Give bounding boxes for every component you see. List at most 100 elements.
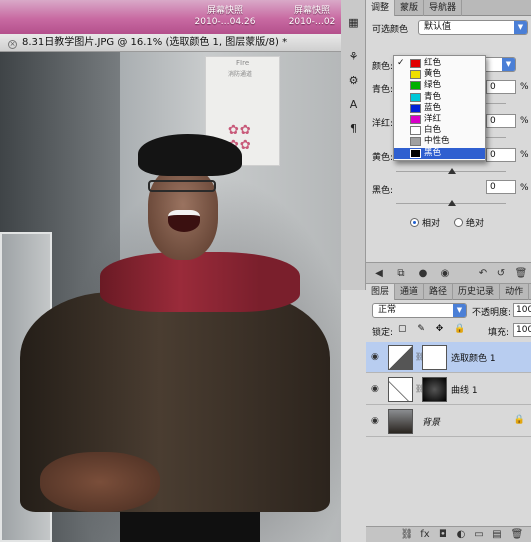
- option-label: 红色: [424, 58, 442, 68]
- background-thumbnail: [388, 409, 413, 434]
- layer-name: 选取颜色 1: [451, 354, 496, 364]
- color-option-blue[interactable]: 蓝色: [394, 103, 485, 114]
- opacity-input[interactable]: 100: [513, 303, 531, 317]
- link-layers-icon[interactable]: ⛓: [400, 528, 414, 541]
- character-icon[interactable]: A: [345, 96, 362, 113]
- swatch-white: [410, 126, 421, 136]
- color-option-red[interactable]: ✓ 红色: [394, 58, 485, 69]
- person-mouth: [168, 210, 200, 232]
- chevron-down-icon: ▼: [453, 304, 466, 317]
- document-title: 8.31日教学图片.JPG @ 16.1% (选取颜色 1, 图层蒙版/8) *: [22, 37, 288, 48]
- black-unit: %: [520, 183, 529, 193]
- swatch-black: [410, 148, 421, 158]
- color-option-magenta[interactable]: 洋红: [394, 114, 485, 125]
- tab-adjustments[interactable]: 调整: [366, 0, 396, 16]
- desktop-file-name: 屏幕快照: [293, 6, 330, 16]
- color-option-black[interactable]: 黑色: [394, 147, 485, 159]
- preset-select[interactable]: 默认值 ▼: [418, 20, 528, 35]
- image-canvas[interactable]: FIre 消防通道 ✿✿ ✿✿: [0, 52, 341, 542]
- color-option-white[interactable]: 白色: [394, 125, 485, 136]
- option-label: 蓝色: [424, 102, 442, 113]
- document-tab[interactable]: × 8.31日教学图片.JPG @ 16.1% (选取颜色 1, 图层蒙版/8) …: [0, 34, 341, 52]
- tab-actions[interactable]: 动作: [500, 284, 530, 300]
- eye-icon[interactable]: ◉: [371, 352, 379, 362]
- tab-masks[interactable]: 蒙版: [395, 0, 425, 16]
- color-option-neutral[interactable]: 中性色: [394, 136, 485, 147]
- layers-tabs: 图层 通道 路径 历史记录 动作: [366, 284, 531, 300]
- fill-input[interactable]: 100: [513, 323, 531, 337]
- poster-brand: FIre: [236, 59, 250, 67]
- blend-mode-select[interactable]: 正常 ▼: [372, 303, 467, 318]
- swatch-neutral: [410, 137, 421, 147]
- option-label: 绿色: [424, 80, 442, 91]
- layer-row-curves[interactable]: ◉ ⛓ 曲线 1: [366, 374, 531, 405]
- radio-relative[interactable]: 相对: [410, 216, 440, 229]
- clip-layer-icon[interactable]: ●: [416, 267, 430, 280]
- color-option-cyan[interactable]: 青色: [394, 92, 485, 103]
- panel-view-icon[interactable]: ⧉: [394, 267, 408, 280]
- desktop-file-date: 2010-…02: [288, 17, 336, 27]
- tab-paths[interactable]: 路径: [424, 284, 454, 300]
- reset-icon[interactable]: ↺: [494, 267, 508, 280]
- tab-channels[interactable]: 通道: [395, 284, 425, 300]
- color-option-yellow[interactable]: 黄色: [394, 69, 485, 80]
- tab-layers[interactable]: 图层: [366, 284, 396, 300]
- fx-icon[interactable]: fx: [418, 528, 432, 541]
- yellow-input[interactable]: 0: [486, 148, 516, 162]
- new-adjustment-icon[interactable]: ◐: [454, 528, 468, 541]
- lock-options[interactable]: ▢ ✎ ✥ 🔒: [398, 324, 469, 334]
- eye-icon[interactable]: ◉: [371, 416, 379, 426]
- radio-absolute[interactable]: 绝对: [454, 216, 484, 229]
- color-option-green[interactable]: 绿色: [394, 80, 485, 91]
- brush-preset-icon[interactable]: ⚘: [345, 48, 362, 65]
- delete-layer-icon[interactable]: 🗑: [510, 528, 524, 541]
- fill-label: 填充:: [488, 328, 510, 338]
- slider-label-magenta: 洋红:: [372, 119, 394, 129]
- desktop-file-name: 屏幕快照: [206, 6, 243, 16]
- paragraph-icon[interactable]: ¶: [345, 120, 362, 137]
- layers-panel: 图层 通道 路径 历史记录 动作 正常 ▼ 不透明度: 100 锁定: ▢ ✎ ✥ 🔒 …: [366, 284, 531, 542]
- new-group-icon[interactable]: ▭: [472, 528, 486, 541]
- chevron-down-icon: ▼: [514, 21, 527, 34]
- black-input[interactable]: 0: [486, 180, 516, 194]
- black-slider-thumb[interactable]: [448, 200, 456, 206]
- desktop-file-snapshot-2[interactable]: 屏幕快照 2010-…02: [283, 6, 341, 28]
- histogram-icon[interactable]: ▦: [345, 14, 362, 31]
- option-label: 黄色: [424, 69, 442, 80]
- swatch-magenta: [410, 114, 421, 124]
- radio-button-on: [410, 218, 419, 227]
- person-glasses: [148, 180, 216, 192]
- previous-state-icon[interactable]: ↶: [476, 267, 490, 280]
- tab-navigator[interactable]: 导航器: [424, 0, 463, 16]
- cyan-input[interactable]: 0: [486, 80, 516, 94]
- trash-icon[interactable]: 🗑: [514, 267, 528, 280]
- checkmark-icon: ✓: [397, 58, 405, 68]
- layer-row-background[interactable]: ◉ 背景 🔒: [366, 406, 531, 437]
- close-document-icon[interactable]: ×: [8, 40, 17, 49]
- adjustment-thumbnail: [388, 345, 413, 370]
- layer-mask-thumbnail[interactable]: [422, 345, 447, 370]
- magenta-input[interactable]: 0: [486, 114, 516, 128]
- layer-row-selective-color[interactable]: ◉ ⛓ 选取颜色 1: [366, 342, 531, 373]
- visibility-icon[interactable]: ◉: [438, 267, 452, 280]
- option-label: 中性色: [424, 136, 450, 147]
- opacity-label: 不透明度:: [472, 308, 512, 318]
- chevron-down-icon: ▼: [502, 58, 515, 71]
- swatch-green: [410, 81, 421, 91]
- layer-mask-thumbnail[interactable]: [422, 377, 447, 402]
- lock-label: 锁定:: [372, 328, 394, 338]
- desktop-file-snapshot-1[interactable]: 屏幕快照 2010-…04.26: [190, 6, 260, 28]
- clone-source-icon[interactable]: ⚙: [345, 72, 362, 89]
- back-icon[interactable]: ◀: [372, 267, 386, 280]
- tab-history[interactable]: 历史记录: [453, 284, 501, 300]
- cyan-unit: %: [520, 82, 529, 92]
- poster-text: 消防通道: [228, 71, 253, 78]
- new-layer-icon[interactable]: ▤: [490, 528, 504, 541]
- layer-name: 曲线 1: [451, 386, 478, 396]
- person-pants: [120, 512, 260, 542]
- layer-name: 背景: [422, 418, 441, 428]
- add-mask-icon[interactable]: ◘: [436, 528, 450, 541]
- eye-icon[interactable]: ◉: [371, 384, 379, 394]
- yellow-slider-thumb[interactable]: [448, 168, 456, 174]
- curves-thumbnail: [388, 377, 413, 402]
